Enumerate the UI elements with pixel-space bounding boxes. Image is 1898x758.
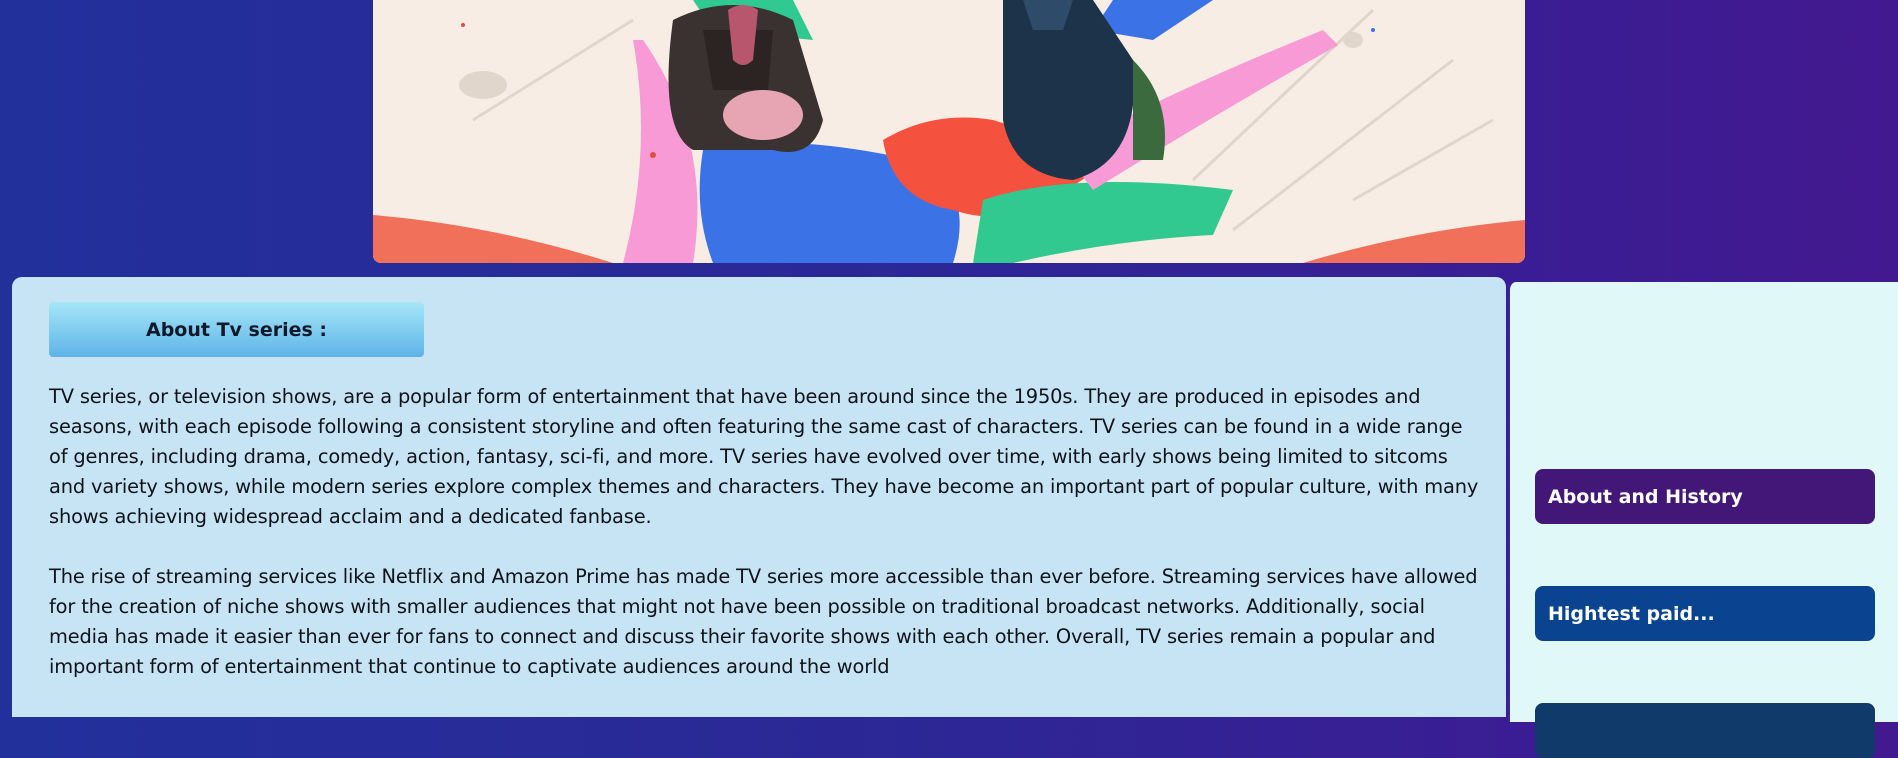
hero-banner-image: [373, 0, 1525, 263]
intro-paragraph: TV series, or television shows, are a po…: [49, 385, 1479, 528]
sidebar-button-partial[interactable]: [1535, 703, 1875, 758]
sidebar: About and History Hightest paid...: [1508, 282, 1898, 758]
highest-paid-button[interactable]: Hightest paid...: [1535, 586, 1875, 641]
section-title-badge: About Tv series :: [49, 302, 424, 357]
banner-artwork: [373, 0, 1525, 263]
streaming-paragraph: The rise of streaming services like Netf…: [49, 565, 1478, 678]
about-and-history-button[interactable]: About and History: [1535, 469, 1875, 524]
main-content-panel: About Tv series : TV series, or televisi…: [12, 277, 1506, 717]
